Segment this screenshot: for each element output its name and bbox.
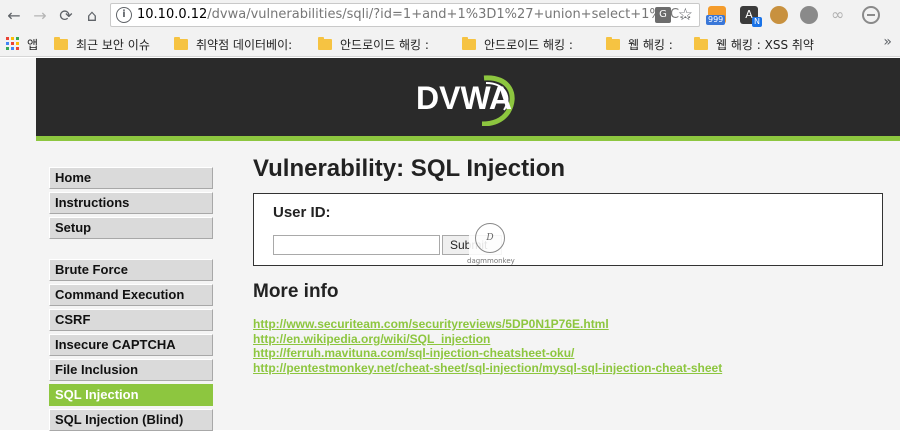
bookmark-label: 안드로이드 해킹 : — [484, 37, 573, 52]
folder-icon — [54, 36, 68, 50]
user-id-label: User ID: — [273, 204, 331, 221]
bookmark-item[interactable]: 웹 해킹 : — [606, 35, 673, 53]
menu-item-command-execution[interactable]: Command Execution — [49, 284, 213, 306]
bookmark-item[interactable]: 안드로이드 해킹 : — [318, 35, 429, 53]
menu-item-sql-injection-blind[interactable]: SQL Injection (Blind) — [49, 409, 213, 431]
menu-item-instructions[interactable]: Instructions — [49, 192, 213, 214]
back-button[interactable]: ← — [4, 5, 24, 25]
apps-grid-dot — [6, 42, 9, 45]
gear-extension-icon[interactable] — [800, 6, 818, 24]
more-info-heading: More info — [253, 281, 339, 302]
bookmark-apps-label: 앱 — [27, 37, 39, 52]
more-info-links: http://www.securiteam.com/securityreview… — [253, 317, 722, 375]
reference-link[interactable]: http://www.securiteam.com/securityreview… — [253, 317, 722, 332]
bookmark-label: 최근 보안 이슈 — [76, 37, 150, 52]
home-button[interactable]: ⌂ — [82, 5, 102, 25]
folder-icon — [462, 36, 476, 50]
bookmark-apps[interactable]: 앱 — [27, 35, 38, 53]
folder-icon — [174, 36, 188, 50]
bookmark-item[interactable]: 최근 보안 이슈 — [54, 35, 150, 53]
forward-button[interactable]: → — [30, 5, 50, 25]
reference-link[interactable]: http://pentestmonkey.net/cheat-sheet/sql… — [253, 361, 722, 376]
translator-badge: N — [752, 17, 762, 27]
bookmark-label: 웹 해킹 : — [628, 37, 673, 52]
reload-icon: ⟳ — [59, 5, 73, 25]
rss-extension-icon[interactable]: 999 — [706, 6, 726, 25]
apps-grid-dot — [16, 47, 19, 50]
bookmark-label: 취약점 데이터베이: — [196, 37, 293, 52]
url-text[interactable]: 10.10.0.12/dvwa/vulnerabilities/sqli/?id… — [137, 7, 691, 22]
back-arrow-icon: ← — [7, 5, 21, 25]
forward-arrow-icon: → — [33, 5, 47, 25]
apps-grid-dot — [11, 37, 14, 40]
browser-toolbar: ← → ⟳ ⌂ i 10.10.0.12/dvwa/vulnerabilitie… — [0, 0, 900, 30]
apps-grid-dot — [11, 47, 14, 50]
cookie-extension-icon[interactable] — [770, 6, 788, 24]
user-id-input[interactable] — [273, 235, 440, 255]
translate-icon[interactable]: G — [655, 7, 671, 23]
bookmark-label: 웹 해킹 : XSS 취약 — [716, 37, 814, 52]
menu-item-insecure-captcha[interactable]: Insecure CAPTCHA — [49, 334, 213, 356]
page-title: Vulnerability: SQL Injection — [253, 155, 566, 182]
page-left-margin — [0, 58, 36, 430]
vulnerable-code-area: User ID: Submit D — [253, 193, 883, 266]
reference-link[interactable]: http://ferruh.mavituna.com/sql-injection… — [253, 346, 722, 361]
url-host: 10.10.0.12 — [137, 7, 208, 22]
watermark-caption: dagmmonkey — [467, 257, 515, 265]
menu-item-brute-force[interactable]: Brute Force — [49, 259, 213, 281]
bookmark-item[interactable]: 취약점 데이터베이: — [174, 35, 292, 53]
apps-grid-dot — [16, 37, 19, 40]
folder-icon — [606, 36, 620, 50]
bookmark-label: 안드로이드 해킹 : — [340, 37, 429, 52]
menu-item-home[interactable]: Home — [49, 167, 213, 189]
bookmark-item[interactable]: 안드로이드 해킹 : — [462, 35, 573, 53]
bookmark-item[interactable]: 웹 해킹 : XSS 취약 — [694, 35, 814, 53]
home-icon: ⌂ — [86, 5, 98, 25]
url-path: /dvwa/vulnerabilities/sqli/?id=1+and+1%3… — [207, 7, 692, 22]
reload-button[interactable]: ⟳ — [56, 5, 76, 25]
rss-badge: 999 — [706, 15, 726, 25]
menu-item-file-inclusion[interactable]: File Inclusion — [49, 359, 213, 381]
apps-grid-dot — [6, 47, 9, 50]
bookmark-star-icon[interactable]: ☆ — [678, 5, 693, 25]
dvwa-logo: DVWA — [412, 74, 522, 126]
watermark-badge: D — [469, 221, 511, 259]
apps-grid-dot — [6, 37, 9, 40]
site-info-icon[interactable]: i — [116, 7, 132, 23]
more-bookmarks-icon[interactable]: » — [883, 34, 892, 50]
folder-icon — [694, 36, 708, 50]
watermark-logo-icon: D — [475, 223, 505, 253]
menu-item-setup[interactable]: Setup — [49, 217, 213, 239]
minus-circle-icon[interactable] — [862, 6, 880, 24]
address-bar[interactable]: i 10.10.0.12/dvwa/vulnerabilities/sqli/?… — [110, 3, 700, 27]
bookmarks-bar: 앱 최근 보안 이슈 취약점 데이터베이: 안드로이드 해킹 : 안드로이드 해… — [0, 30, 900, 57]
menu-item-csrf[interactable]: CSRF — [49, 309, 213, 331]
menu-item-sql-injection[interactable]: SQL Injection — [49, 384, 213, 406]
apps-grid-dot — [11, 42, 14, 45]
folder-icon — [318, 36, 332, 50]
apps-grid-icon[interactable] — [6, 37, 19, 50]
reference-link[interactable]: http://en.wikipedia.org/wiki/SQL_injecti… — [253, 332, 722, 347]
logo-text: DVWA — [416, 80, 512, 116]
apps-grid-dot — [16, 42, 19, 45]
main-content: Vulnerability: SQL Injection User ID: Su… — [253, 141, 893, 430]
translator-extension-icon[interactable]: AN — [740, 6, 762, 27]
link-extension-icon[interactable]: ∞ — [831, 6, 849, 24]
